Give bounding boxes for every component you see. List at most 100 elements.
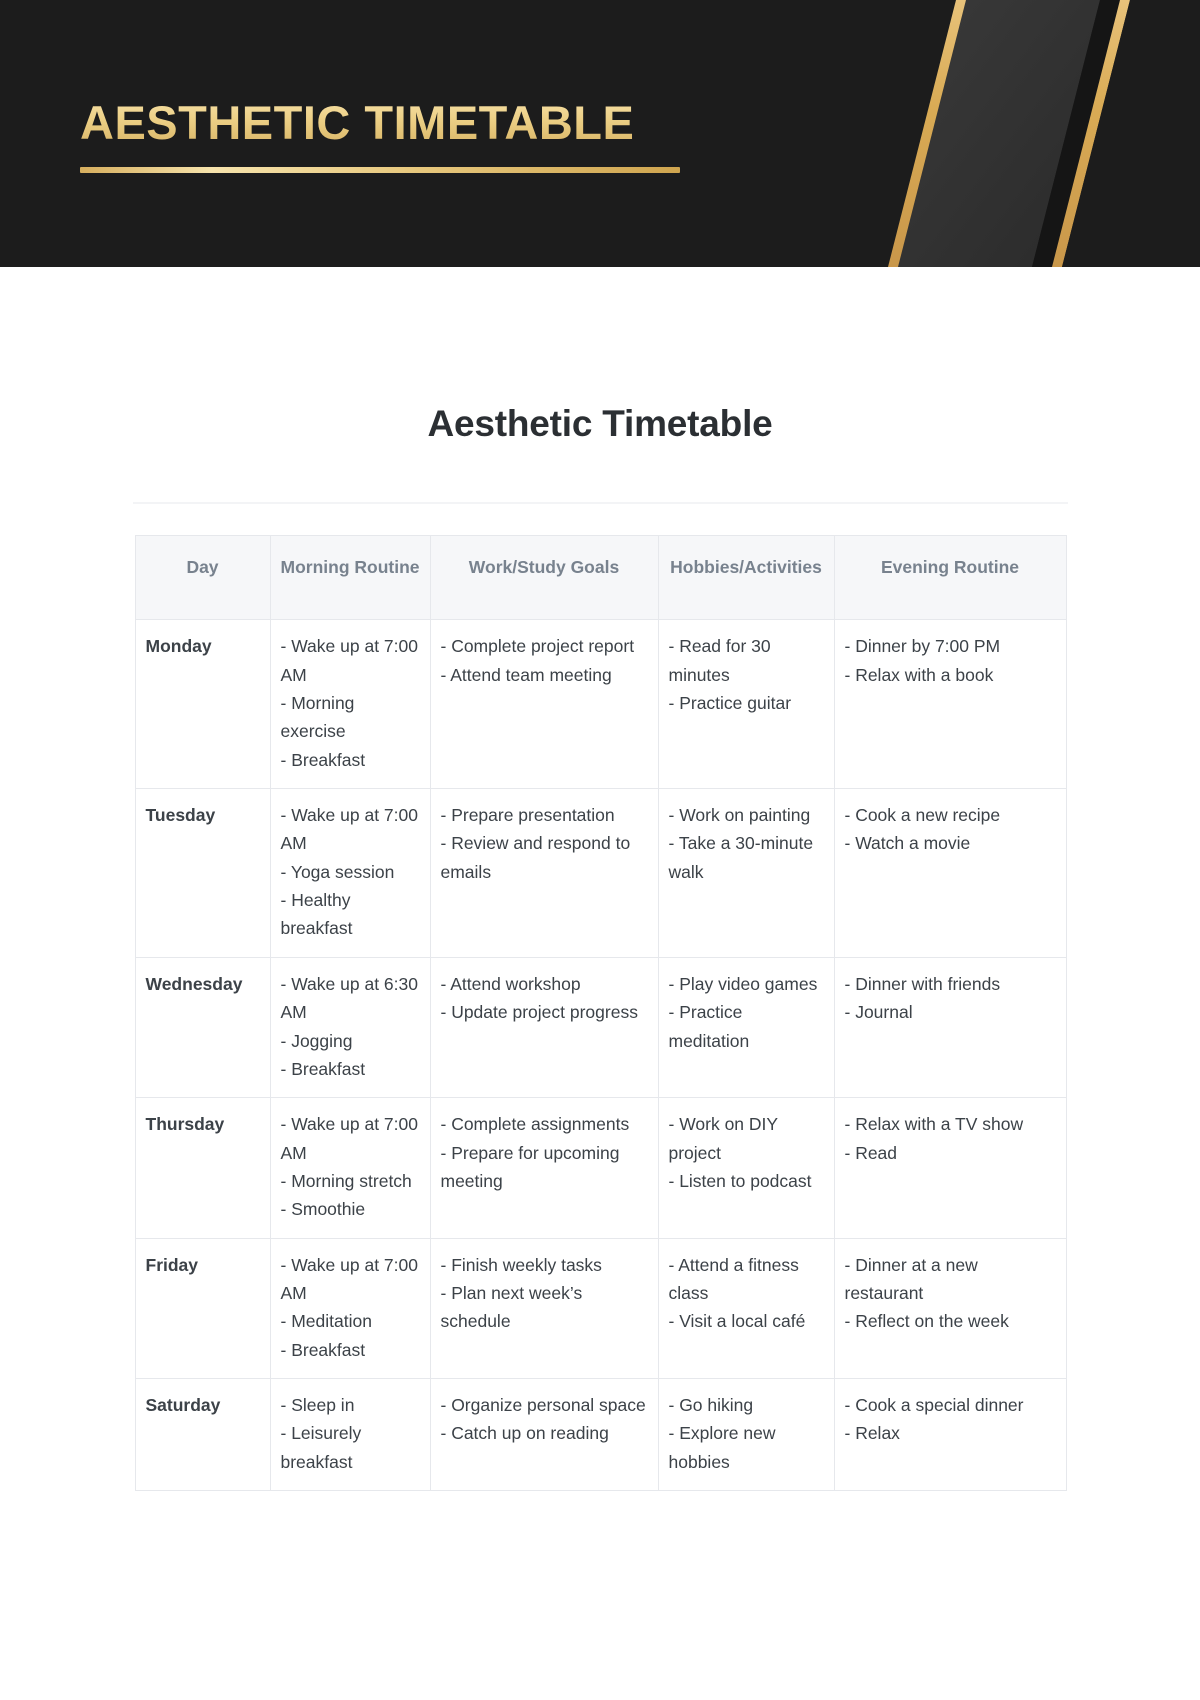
cell-line: - Meditation [280,1311,372,1332]
document-body: Aesthetic Timetable Day Morning Routine … [0,267,1200,1491]
timetable: Day Morning Routine Work/Study Goals Hob… [134,535,1067,1491]
cell-work-study-goals: - Attend workshop - Update project progre… [429,956,659,1099]
cell-line: - Relax with a TV show [844,1114,1024,1135]
cell-line: - Work on painting [668,805,811,826]
cell-evening-routine: - Dinner by 7:00 PM - Relax with a book [833,619,1067,790]
cell-line: - Sleep in [280,1394,355,1415]
cell-line: - Visit a local café [668,1311,806,1332]
cell-evening-routine: - Cook a new recipe - Watch a movie [833,788,1067,958]
cell-lines: - Dinner by 7:00 PM - Relax with a book [845,632,1056,689]
cell-line: - Complete assignments [440,1114,630,1135]
cell-lines: - Dinner at a new restaurant - Reflect on… [845,1251,1056,1336]
cell-line: - Wake up at 7:00 AM [280,805,418,854]
cell-lines: - Complete assignments - Prepare for upco… [441,1110,648,1195]
cell-lines: - Wake up at 7:00 AM - Yoga session - Heal… [281,801,420,943]
cell-line: - Dinner by 7:00 PM [844,636,1001,657]
cell-line: - Breakfast [280,1339,366,1360]
cell-lines: - Finish weekly tasks - Plan next week’s … [441,1251,648,1336]
table-header-row: Day Morning Routine Work/Study Goals Hob… [134,535,1067,621]
cell-lines: - Work on painting - Take a 30-minute wal… [669,801,824,886]
cell-evening-routine: - Cook a special dinner - Relax [833,1377,1067,1491]
cell-line: - Dinner with friends [844,973,1001,994]
cell-lines: - Attend a fitness class - Visit a local … [669,1251,824,1336]
cell-morning-routine: - Wake up at 7:00 AM - Morning stretch - S… [269,1097,431,1239]
cell-line: - Journal [844,1002,913,1023]
table-row: Monday - Wake up at 7:00 AM - Morning exer… [134,619,1067,790]
cell-lines: - Play video games - Practice meditation [669,970,824,1055]
cell-line: - Play video games [668,973,818,994]
cell-line: - Finish weekly tasks [440,1254,602,1275]
cell-line: - Leisurely breakfast [280,1423,362,1472]
cell-line: - Attend team meeting [440,664,612,685]
cell-lines: - Prepare presentation - Review and respo… [441,801,648,886]
cell-lines: - Sleep in - Leisurely breakfast [281,1391,420,1476]
cell-line: - Prepare presentation [440,805,615,826]
cell-lines: - Attend workshop - Update project progre… [441,970,648,1027]
cell-line: - Organize personal space [440,1394,646,1415]
cell-morning-routine: - Wake up at 6:30 AM - Jogging - Breakfast [269,956,431,1099]
cell-work-study-goals: - Organize personal space - Catch up on r… [429,1377,659,1491]
cell-lines: - Relax with a TV show - Read [845,1110,1056,1167]
table-row: Wednesday - Wake up at 6:30 AM - Jogging - … [134,956,1067,1099]
cell-lines: - Work on DIY project - Listen to podcast [669,1110,824,1195]
title-divider [132,502,1068,505]
cell-day: Thursday [134,1097,271,1239]
cell-line: - Update project progress [440,1002,638,1023]
cell-lines: - Dinner with friends - Journal [845,970,1056,1027]
cell-line: - Take a 30-minute walk [668,833,814,882]
cell-line: - Dinner at a new restaurant [844,1254,978,1303]
cell-morning-routine: - Wake up at 7:00 AM - Morning exercise - … [269,619,431,790]
cell-line: - Smoothie [280,1199,366,1220]
cell-evening-routine: - Dinner with friends - Journal [833,956,1067,1099]
cell-day: Wednesday [134,956,271,1099]
cell-line: - Cook a new recipe [844,805,1001,826]
cell-line: - Go hiking [668,1394,754,1415]
cell-morning-routine: - Wake up at 7:00 AM - Meditation - Breakf… [269,1237,431,1379]
cell-hobbies-activities: - Attend a fitness class - Visit a local … [657,1237,835,1379]
cell-hobbies-activities: - Go hiking - Explore new hobbies [657,1377,835,1491]
cell-day: Tuesday [134,788,271,958]
cell-hobbies-activities: - Work on painting - Take a 30-minute wal… [657,788,835,958]
cell-line: - Catch up on reading [440,1423,609,1444]
cell-line: - Yoga session [280,861,395,882]
cell-lines: - Organize personal space - Catch up on r… [441,1391,648,1448]
cell-hobbies-activities: - Work on DIY project - Listen to podcast [657,1097,835,1239]
cell-line: - Listen to podcast [668,1170,812,1191]
cell-line: - Work on DIY project [668,1114,778,1163]
cell-lines: - Go hiking - Explore new hobbies [669,1391,824,1476]
cell-day: Saturday [134,1377,271,1491]
cell-lines: - Cook a special dinner - Relax [845,1391,1056,1448]
cell-hobbies-activities: - Play video games - Practice meditation [657,956,835,1099]
cell-line: - Attend a fitness class [668,1254,799,1303]
cell-evening-routine: - Dinner at a new restaurant - Reflect on… [833,1237,1067,1379]
cell-lines: - Read for 30 minutes - Practice guitar [669,632,824,717]
cell-work-study-goals: - Complete assignments - Prepare for upco… [429,1097,659,1239]
cell-morning-routine: - Wake up at 7:00 AM - Yoga session - Heal… [269,788,431,958]
cell-work-study-goals: - Complete project report - Attend team m… [429,619,659,790]
banner-title: AESTHETIC TIMETABLE [80,98,700,148]
cell-lines: - Complete project report - Attend team m… [441,632,648,689]
table-row: Thursday - Wake up at 7:00 AM - Morning st… [134,1097,1067,1239]
column-header-evening: Evening Routine [833,535,1067,621]
cell-line: - Prepare for upcoming meeting [440,1142,620,1191]
cell-line: - Healthy breakfast [280,890,353,939]
cell-lines: - Wake up at 7:00 AM - Meditation - Breakf… [281,1251,420,1364]
cell-line: - Wake up at 7:00 AM [280,1114,418,1163]
cell-lines: - Wake up at 6:30 AM - Jogging - Breakfast [281,970,420,1083]
cell-lines: - Wake up at 7:00 AM - Morning exercise - … [281,632,420,774]
cell-morning-routine: - Sleep in - Leisurely breakfast [269,1377,431,1491]
cell-lines: - Wake up at 7:00 AM - Morning stretch - S… [281,1110,420,1223]
cell-line: - Wake up at 7:00 AM [280,1254,418,1303]
cell-day: Friday [134,1237,271,1379]
cell-line: - Wake up at 6:30 AM [280,973,418,1023]
banner-title-block: AESTHETIC TIMETABLE [80,98,700,174]
page-title: Aesthetic Timetable [427,403,773,444]
column-header-work: Work/Study Goals [429,535,659,621]
cell-line: - Breakfast [280,1058,366,1079]
table-row: Friday - Wake up at 7:00 AM - Meditation - … [134,1237,1067,1379]
table-row: Tuesday - Wake up at 7:00 AM - Yoga sessio… [134,788,1067,958]
cell-line: - Breakfast [280,749,366,770]
cell-line: - Complete project report [440,636,635,657]
table-row: Saturday - Sleep in - Leisurely breakfast -… [134,1377,1067,1491]
cell-line: - Watch a movie [844,833,971,854]
